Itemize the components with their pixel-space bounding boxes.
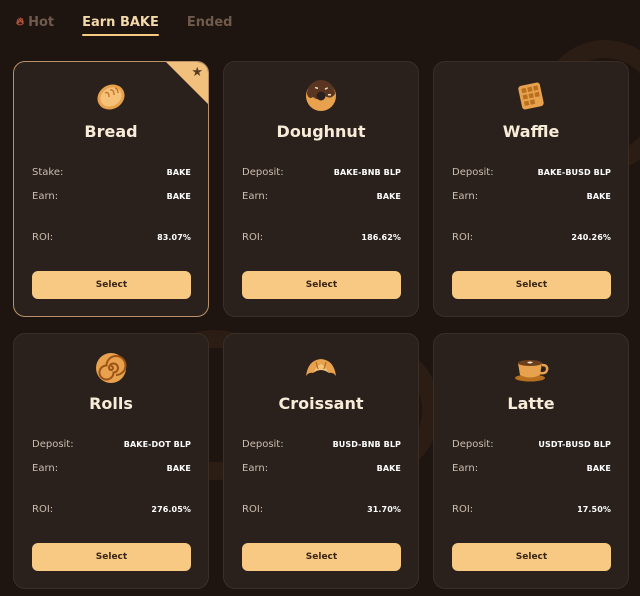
row-value: BAKE <box>166 168 191 177</box>
row-label: Deposit: <box>242 167 284 178</box>
select-button[interactable]: Select <box>452 543 611 571</box>
pool-card-croissant: Croissant Deposit: BUSD-BNB BLP Earn: BA… <box>223 333 419 589</box>
row-value: BAKE <box>586 192 611 201</box>
roi-row: ROI: 17.50% <box>452 504 611 515</box>
pool-card-bread: ★ Bread Stake: BAKE Earn: BAKE ROI: 83.0… <box>13 61 209 317</box>
pool-title: Latte <box>507 394 555 413</box>
select-button[interactable]: Select <box>32 271 191 299</box>
doughnut-icon <box>303 78 339 114</box>
row-label: Earn: <box>32 191 59 202</box>
row-value: 276.05% <box>151 505 191 514</box>
pool-card-rolls: Rolls Deposit: BAKE-DOT BLP Earn: BAKE R… <box>13 333 209 589</box>
roi-row: ROI: 186.62% <box>242 232 401 243</box>
croissant-icon <box>303 350 339 386</box>
row-label: Deposit: <box>32 439 74 450</box>
row-label: ROI: <box>452 504 474 515</box>
tab-label: Earn BAKE <box>82 14 159 30</box>
tab-ended[interactable]: Ended <box>187 15 233 34</box>
pool-title: Doughnut <box>276 122 366 141</box>
tab-label: Ended <box>186 14 233 30</box>
row-value: 83.07% <box>157 233 191 242</box>
row-value: BAKE <box>376 192 401 201</box>
pool-title: Croissant <box>278 394 364 413</box>
earn-row: Earn: BAKE <box>242 463 401 474</box>
row-value: 186.62% <box>361 233 401 242</box>
row-value: USDT-BUSD BLP <box>538 440 611 449</box>
row-label: ROI: <box>242 504 264 515</box>
select-button[interactable]: Select <box>452 271 611 299</box>
deposit-row: Deposit: BUSD-BNB BLP <box>242 439 401 450</box>
select-button[interactable]: Select <box>242 543 401 571</box>
row-label: Stake: <box>32 167 64 178</box>
deposit-row: Deposit: BAKE-DOT BLP <box>32 439 191 450</box>
earn-row: Earn: BAKE <box>452 191 611 202</box>
row-label: Deposit: <box>242 439 284 450</box>
tab-hot[interactable]: 🔥︎ Hot <box>16 15 54 34</box>
row-value: BAKE-BUSD BLP <box>537 168 611 177</box>
row-label: Earn: <box>32 463 59 474</box>
earn-row: Earn: BAKE <box>32 191 191 202</box>
stake-row: Stake: BAKE <box>32 167 191 178</box>
deposit-row: Deposit: USDT-BUSD BLP <box>452 439 611 450</box>
earn-row: Earn: BAKE <box>32 463 191 474</box>
pool-title: Rolls <box>89 394 133 413</box>
bread-icon <box>93 78 129 114</box>
row-value: BUSD-BNB BLP <box>332 440 401 449</box>
row-label: Earn: <box>452 463 479 474</box>
row-value: BAKE-BNB BLP <box>333 168 401 177</box>
deposit-row: Deposit: BAKE-BUSD BLP <box>452 167 611 178</box>
row-value: BAKE <box>166 192 191 201</box>
deposit-row: Deposit: BAKE-BNB BLP <box>242 167 401 178</box>
row-label: Earn: <box>242 463 269 474</box>
row-value: BAKE-DOT BLP <box>123 440 191 449</box>
pool-card-waffle: Waffle Deposit: BAKE-BUSD BLP Earn: BAKE… <box>433 61 629 317</box>
roi-row: ROI: 276.05% <box>32 504 191 515</box>
pool-title: Bread <box>84 122 138 141</box>
row-value: BAKE <box>586 464 611 473</box>
select-button[interactable]: Select <box>32 543 191 571</box>
coffee-cup-icon <box>513 350 549 386</box>
row-label: Deposit: <box>452 439 494 450</box>
roi-row: ROI: 83.07% <box>32 232 191 243</box>
row-value: 17.50% <box>577 505 611 514</box>
flame-icon: 🔥︎ <box>16 15 25 28</box>
earn-row: Earn: BAKE <box>452 463 611 474</box>
roi-row: ROI: 31.70% <box>242 504 401 515</box>
star-icon: ★ <box>191 65 203 80</box>
pool-card-latte: Latte Deposit: USDT-BUSD BLP Earn: BAKE … <box>433 333 629 589</box>
row-value: BAKE <box>376 464 401 473</box>
waffle-icon <box>513 78 549 114</box>
tab-earn-bake[interactable]: Earn BAKE <box>82 14 159 36</box>
row-value: BAKE <box>166 464 191 473</box>
roll-icon <box>93 350 129 386</box>
row-label: Deposit: <box>452 167 494 178</box>
row-label: ROI: <box>32 504 54 515</box>
row-label: ROI: <box>242 232 264 243</box>
row-label: ROI: <box>452 232 474 243</box>
tab-label: Hot <box>28 14 55 30</box>
row-label: Earn: <box>452 191 479 202</box>
roi-row: ROI: 240.26% <box>452 232 611 243</box>
row-value: 31.70% <box>367 505 401 514</box>
select-button[interactable]: Select <box>242 271 401 299</box>
pool-tabs: 🔥︎ Hot Earn BAKE Ended <box>16 10 232 38</box>
pool-title: Waffle <box>502 122 560 141</box>
row-label: ROI: <box>32 232 54 243</box>
pool-grid: ★ Bread Stake: BAKE Earn: BAKE ROI: 83.0… <box>13 61 629 589</box>
row-label: Earn: <box>242 191 269 202</box>
earn-row: Earn: BAKE <box>242 191 401 202</box>
row-value: 240.26% <box>571 233 611 242</box>
pool-card-doughnut: Doughnut Deposit: BAKE-BNB BLP Earn: BAK… <box>223 61 419 317</box>
